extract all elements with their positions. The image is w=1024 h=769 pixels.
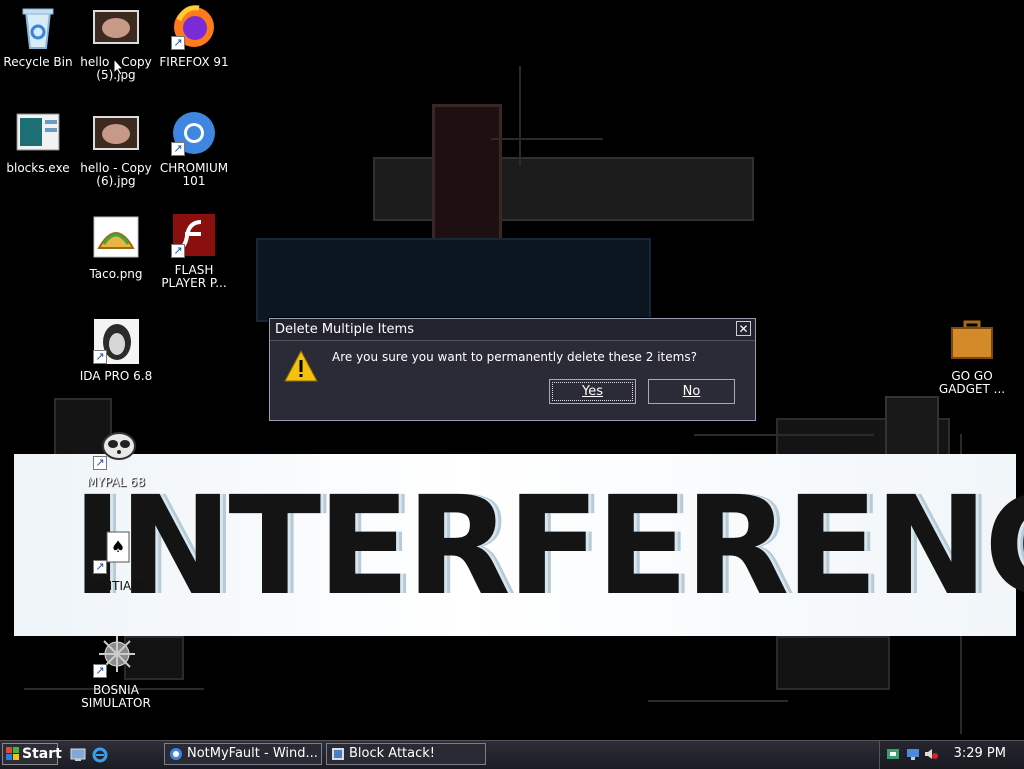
go-go-gadget-icon[interactable]: GO GO GADGET ... — [930, 318, 1014, 396]
cards-icon: ♠ ↗ — [93, 528, 139, 574]
flash-logo-icon: ↗ — [171, 212, 217, 258]
shortcut-arrow-icon: ↗ — [93, 456, 107, 470]
image-thumbnail-icon — [93, 10, 139, 56]
shortcut-arrow-icon: ↗ — [171, 36, 185, 50]
shortcut-arrow-icon: ↗ — [93, 560, 107, 574]
taco-label: Taco.png — [89, 267, 143, 281]
network-icon[interactable] — [886, 747, 900, 761]
firefox-icon[interactable]: ↗ FIREFOX 91 — [152, 4, 236, 69]
dialog-titlebar[interactable]: Delete Multiple Items ✕ — [270, 319, 755, 341]
blocks-exe-label: blocks.exe — [6, 161, 70, 175]
recycle-bin-icon[interactable]: Recycle Bin — [0, 4, 80, 69]
wallpaper-block-right2 — [885, 396, 939, 460]
taskbar-task[interactable]: Block Attack! — [326, 743, 486, 765]
solitaire-icon[interactable]: ♠ ↗ SOLITIARE — [74, 528, 158, 593]
wallpaper-line — [648, 700, 788, 702]
interference-banner: INTERFERENCE — [14, 454, 1024, 636]
ida-pro-icon[interactable]: ↗ IDA PRO 6.8 — [74, 318, 158, 383]
display-icon[interactable] — [906, 747, 920, 761]
shortcut-arrow-icon: ↗ — [171, 142, 185, 156]
hello-copy-6-label: hello - Copy (6).jpg — [80, 161, 152, 188]
mouse-cursor-icon — [113, 58, 125, 76]
shortcut-arrow-icon: ↗ — [93, 350, 107, 364]
recycle-bin-label: Recycle Bin — [3, 55, 73, 69]
desktop[interactable]: INTERFERENCE Recycle Bin blocks.exe — [0, 0, 1024, 740]
chromium-label: CHROMIUM 101 — [159, 161, 229, 188]
wallpaper-line — [694, 434, 874, 436]
raccoon-icon: ↗ — [93, 424, 139, 470]
mypal-label: MYPAL 68 — [86, 475, 146, 489]
warning-icon — [284, 349, 318, 383]
yes-button[interactable]: Yes — [549, 379, 636, 404]
block-attack-task-icon — [332, 748, 344, 760]
bosnia-simulator-icon[interactable]: ↗ BOSNIA SIMULATOR — [74, 632, 158, 710]
image-thumbnail-icon — [93, 116, 139, 162]
dialog-title: Delete Multiple Items — [275, 322, 414, 337]
chromium-logo-icon: ↗ — [171, 110, 217, 156]
internet-explorer-icon[interactable] — [92, 747, 108, 763]
show-desktop-icon[interactable] — [70, 747, 86, 763]
wallpaper-line — [491, 138, 603, 140]
solitaire-label: SOLITIARE — [84, 579, 148, 593]
briefcase-icon — [949, 318, 995, 364]
mine-icon: ↗ — [93, 632, 139, 678]
taco-icon — [93, 216, 139, 262]
ida-pro-label: IDA PRO 6.8 — [79, 369, 153, 383]
blocks-exe-icon[interactable]: blocks.exe — [0, 110, 80, 175]
firefox-logo-icon: ↗ — [171, 4, 217, 50]
volume-muted-icon[interactable] — [924, 747, 938, 761]
firefox-label: FIREFOX 91 — [159, 55, 229, 69]
shortcut-arrow-icon: ↗ — [171, 244, 185, 258]
start-button[interactable]: Start — [2, 743, 62, 765]
no-button[interactable]: No — [648, 379, 735, 404]
hello-copy-6-icon[interactable]: hello - Copy (6).jpg — [74, 116, 158, 188]
system-tray: 3:29 PM — [879, 741, 1024, 769]
dialog-message: Are you sure you want to permanently del… — [332, 350, 697, 364]
task-label: Block Attack! — [349, 746, 436, 761]
chromium-icon[interactable]: ↗ CHROMIUM 101 — [152, 110, 236, 188]
flash-player-icon[interactable]: ↗ FLASH PLAYER P... — [152, 212, 236, 290]
close-icon[interactable]: ✕ — [736, 321, 751, 336]
task-label: NotMyFault - Wind... — [187, 746, 318, 761]
wallpaper-block-red — [432, 104, 502, 244]
svg-text:♠: ♠ — [111, 537, 125, 556]
delete-dialog: Delete Multiple Items ✕ Are you sure you… — [269, 318, 756, 421]
clock: 3:29 PM — [953, 746, 1006, 761]
shortcut-arrow-icon: ↗ — [93, 664, 107, 678]
wallpaper-block-bottom-right — [776, 636, 890, 690]
flash-player-label: FLASH PLAYER P... — [161, 263, 227, 290]
windows-logo-icon — [6, 747, 19, 760]
taco-png-icon[interactable]: Taco.png — [74, 216, 158, 281]
wallpaper-bar-top — [373, 157, 754, 221]
taskbar: Start NotMyFault - Wind... Block Attack!… — [0, 740, 1024, 769]
mypal-icon[interactable]: ↗ MYPAL 68 — [74, 424, 158, 489]
wallpaper-block-blue — [256, 238, 651, 322]
go-go-gadget-label: GO GO GADGET ... — [938, 369, 1006, 396]
taskbar-task[interactable]: NotMyFault - Wind... — [164, 743, 322, 765]
bosnia-label: BOSNIA SIMULATOR — [81, 683, 151, 710]
wallpaper-line — [519, 66, 521, 166]
blocks-icon-image — [15, 110, 61, 156]
banner-text: INTERFERENCE — [72, 468, 1024, 626]
recycle-bin-icon-image — [15, 4, 61, 50]
ida-portrait-icon: ↗ — [93, 318, 140, 365]
chromium-task-icon — [170, 748, 182, 760]
start-label: Start — [22, 746, 62, 762]
